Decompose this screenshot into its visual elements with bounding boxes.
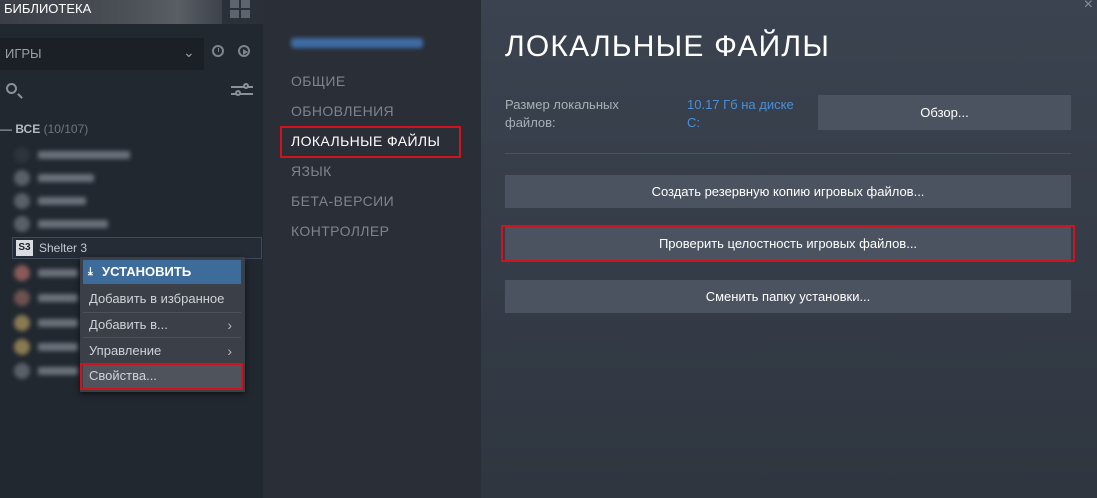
properties-highlight-box xyxy=(80,363,243,390)
search-icon xyxy=(6,83,17,94)
install-button[interactable]: ⤓ УСТАНОВИТЬ xyxy=(83,260,241,284)
backup-files-button[interactable]: Создать резервную копию игровых файлов..… xyxy=(505,175,1071,208)
nav-controller[interactable]: КОНТРОЛЛЕР xyxy=(291,223,389,239)
add-to-item[interactable]: Добавить в... › xyxy=(83,313,241,337)
properties-dialog: ОБЩИЕ ОБНОВЛЕНИЯ ЛОКАЛЬНЫЕ ФАЙЛЫ ЯЗЫК БЕ… xyxy=(265,0,1097,498)
nav-updates[interactable]: ОБНОВЛЕНИЯ xyxy=(291,103,394,119)
page-title: ЛОКАЛЬНЫЕ ФАЙЛЫ xyxy=(505,30,831,63)
library-header: БИБЛИОТЕКА xyxy=(0,0,263,24)
download-icon: ⤓ xyxy=(88,266,93,278)
chevron-down-icon: ⌄ xyxy=(183,44,195,60)
blurred-game-item[interactable] xyxy=(14,145,164,165)
local-size-value[interactable]: 10.17 Гб на диске C: xyxy=(687,96,809,132)
add-to-label: Добавить в... xyxy=(89,317,168,332)
manage-label: Управление xyxy=(89,343,162,358)
nav-language[interactable]: ЯЗЫК xyxy=(291,163,332,179)
filter-icon[interactable] xyxy=(231,82,253,98)
move-install-folder-button[interactable]: Сменить папку установки... xyxy=(505,280,1071,313)
game-list-item-selected[interactable]: S3 Shelter 3 xyxy=(12,237,262,259)
verify-highlight-box xyxy=(501,225,1075,262)
library-search[interactable] xyxy=(0,78,263,106)
game-name: Shelter 3 xyxy=(39,241,88,255)
library-panel: БИБЛИОТЕКА ИГРЫ ⌄ — ВСЕ (10/107) S3 Shel… xyxy=(0,0,263,498)
close-icon[interactable]: × xyxy=(1084,0,1093,14)
local-files-highlight-box xyxy=(280,126,461,158)
section-divider xyxy=(505,153,1071,154)
install-label: УСТАНОВИТЬ xyxy=(102,264,192,279)
local-files-panel: × ЛОКАЛЬНЫЕ ФАЙЛЫ Размер локальных файло… xyxy=(481,0,1097,498)
properties-nav: ОБЩИЕ ОБНОВЛЕНИЯ ЛОКАЛЬНЫЕ ФАЙЛЫ ЯЗЫК БЕ… xyxy=(265,0,481,498)
chevron-right-icon: › xyxy=(227,317,232,333)
blurred-game-item[interactable] xyxy=(14,168,164,188)
nav-betas[interactable]: БЕТА-ВЕРСИИ xyxy=(291,193,394,209)
all-games-header[interactable]: — ВСЕ (10/107) xyxy=(0,122,88,136)
play-icon[interactable] xyxy=(238,45,250,57)
games-filter-label: ИГРЫ xyxy=(5,46,42,61)
blurred-game-item[interactable] xyxy=(14,214,164,234)
all-games-label: ВСЕ xyxy=(15,122,41,136)
browse-button[interactable]: Обзор... xyxy=(818,95,1071,130)
local-size-label: Размер локальных файлов: xyxy=(505,97,619,130)
clock-icon[interactable] xyxy=(212,45,224,57)
blurred-game-item[interactable] xyxy=(14,191,164,211)
menu-divider xyxy=(83,337,241,338)
grid-view-icon[interactable] xyxy=(230,0,252,18)
add-to-favorites-label: Добавить в избранное xyxy=(89,291,225,306)
manage-item[interactable]: Управление › xyxy=(83,339,241,363)
collapse-dash-icon: — xyxy=(0,122,16,136)
add-to-favorites-item[interactable]: Добавить в избранное xyxy=(83,287,241,311)
chevron-right-icon: › xyxy=(227,343,232,359)
dialog-game-title-blurred xyxy=(291,38,423,48)
all-games-count: (10/107) xyxy=(43,122,89,136)
games-filter-select[interactable]: ИГРЫ ⌄ xyxy=(0,38,204,70)
game-icon: S3 xyxy=(16,240,33,256)
nav-general[interactable]: ОБЩИЕ xyxy=(291,73,346,89)
library-title[interactable]: БИБЛИОТЕКА xyxy=(0,0,222,24)
